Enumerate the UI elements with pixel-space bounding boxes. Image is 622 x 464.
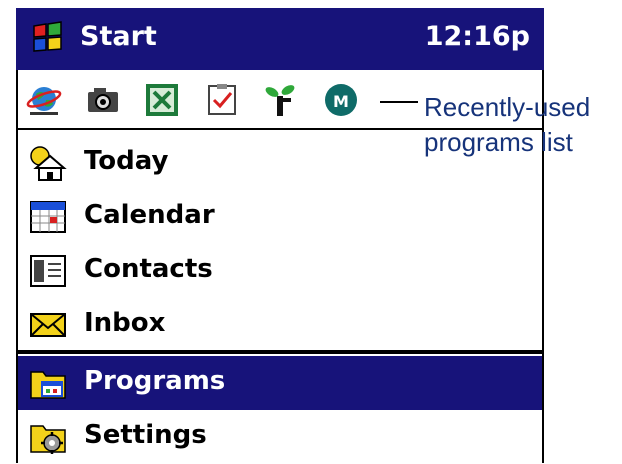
- menu-item-inbox[interactable]: Inbox: [18, 298, 542, 352]
- callout-line: [380, 101, 418, 103]
- menu-item-settings[interactable]: Settings: [18, 410, 542, 464]
- annotation-line-2: programs list: [424, 127, 573, 157]
- plant-app-icon[interactable]: [263, 82, 299, 118]
- menu-item-label: Contacts: [84, 254, 213, 284]
- excel-icon[interactable]: [144, 82, 180, 118]
- svg-text:M: M: [333, 92, 349, 111]
- menu-item-label: Programs: [84, 366, 226, 396]
- menu-item-programs[interactable]: Programs: [18, 356, 542, 410]
- windows-flag-icon[interactable]: [28, 20, 68, 56]
- msn-messenger-icon[interactable]: M: [323, 82, 359, 118]
- programs-folder-icon: [30, 371, 66, 399]
- menu-item-label: Today: [84, 146, 169, 176]
- menu-item-label: Settings: [84, 420, 207, 450]
- today-house-icon: [30, 146, 67, 181]
- settings-folder-icon: [30, 425, 66, 454]
- contacts-card-icon: [30, 255, 66, 287]
- envelope-icon: [30, 313, 66, 337]
- menu-item-contacts[interactable]: Contacts: [18, 244, 542, 298]
- menu-item-label: Calendar: [84, 200, 215, 230]
- clock[interactable]: 12:16p: [425, 21, 530, 52]
- camera-icon[interactable]: [85, 82, 121, 118]
- internet-explorer-icon[interactable]: [26, 82, 62, 118]
- calendar-icon: [30, 201, 66, 233]
- recent-programs-annotation: Recently-used programs list: [424, 90, 590, 160]
- title-bar: Start 12:16p: [16, 8, 544, 70]
- menu-separator: [18, 350, 542, 354]
- menu-item-label: Inbox: [84, 308, 166, 338]
- tasks-icon[interactable]: [204, 82, 240, 118]
- menu-item-calendar[interactable]: Calendar: [18, 190, 542, 244]
- start-title[interactable]: Start: [80, 21, 157, 52]
- annotation-line-1: Recently-used: [424, 92, 591, 122]
